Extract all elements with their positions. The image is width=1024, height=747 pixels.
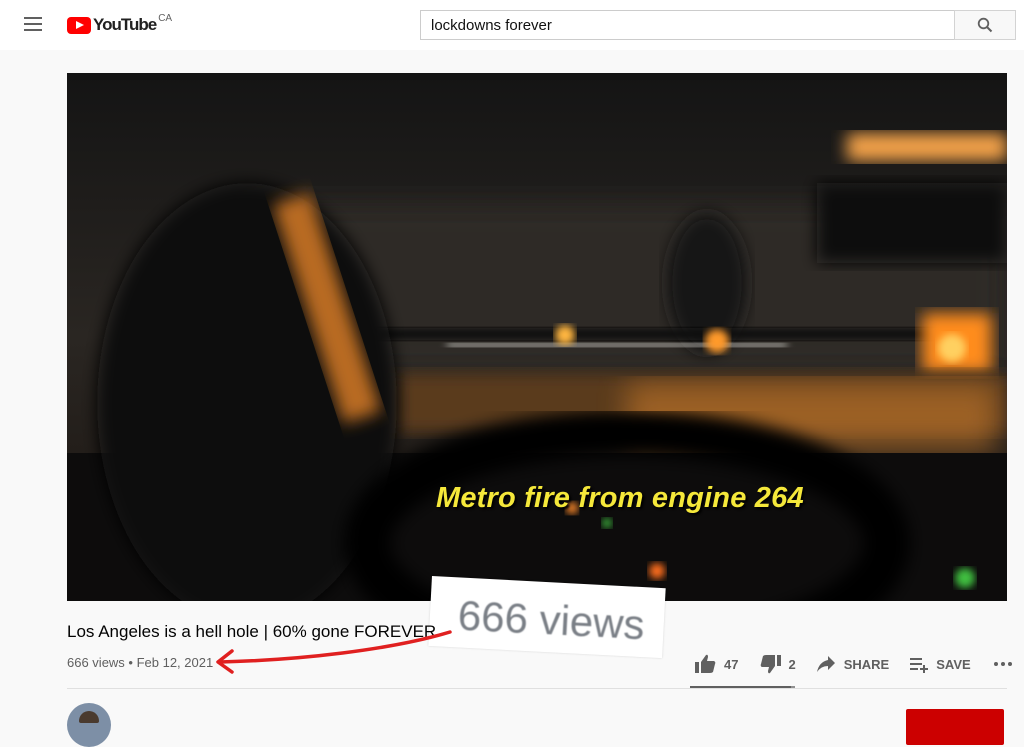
save-button[interactable]: SAVE [909,655,971,673]
views-callout: 666 views [428,576,666,659]
like-count: 47 [724,656,739,672]
more-button[interactable] [993,661,1013,667]
like-button[interactable]: 47 [694,654,738,674]
youtube-logo-icon [67,16,91,34]
search-icon [977,17,993,33]
video-caption: Metro fire from engine 264 [436,482,804,514]
youtube-logo[interactable]: YouTube CA [67,12,173,36]
share-icon [816,656,835,672]
search-button[interactable] [954,10,1016,40]
video-player[interactable]: Metro fire from engine 264 [67,73,1007,601]
search-bar [420,10,1016,40]
save-label: SAVE [936,656,971,672]
menu-icon[interactable] [20,13,46,37]
dislike-button[interactable]: 2 [760,654,796,674]
region-label: CA [158,12,173,24]
dislike-count: 2 [788,656,796,672]
channel-avatar[interactable] [67,703,111,747]
views-callout-text: 666 views [456,591,646,649]
save-playlist-icon [910,658,929,673]
video-meta: 666 views • Feb 12, 2021 [67,655,214,670]
share-button[interactable]: SHARE [816,655,890,673]
video-frame [67,73,1007,601]
annotation-arrow [216,630,452,674]
more-icon [993,662,1012,666]
top-bar: YouTube CA [0,0,1024,50]
thumbs-down-icon [761,655,782,674]
action-bar: 47 2 SHARE SAVE [690,650,1013,678]
divider [67,688,1007,689]
share-label: SHARE [843,656,890,672]
thumbs-up-icon [695,654,716,673]
search-input[interactable] [420,10,954,40]
subscribe-button[interactable] [906,709,1004,745]
logo-text: YouTube [93,15,157,34]
